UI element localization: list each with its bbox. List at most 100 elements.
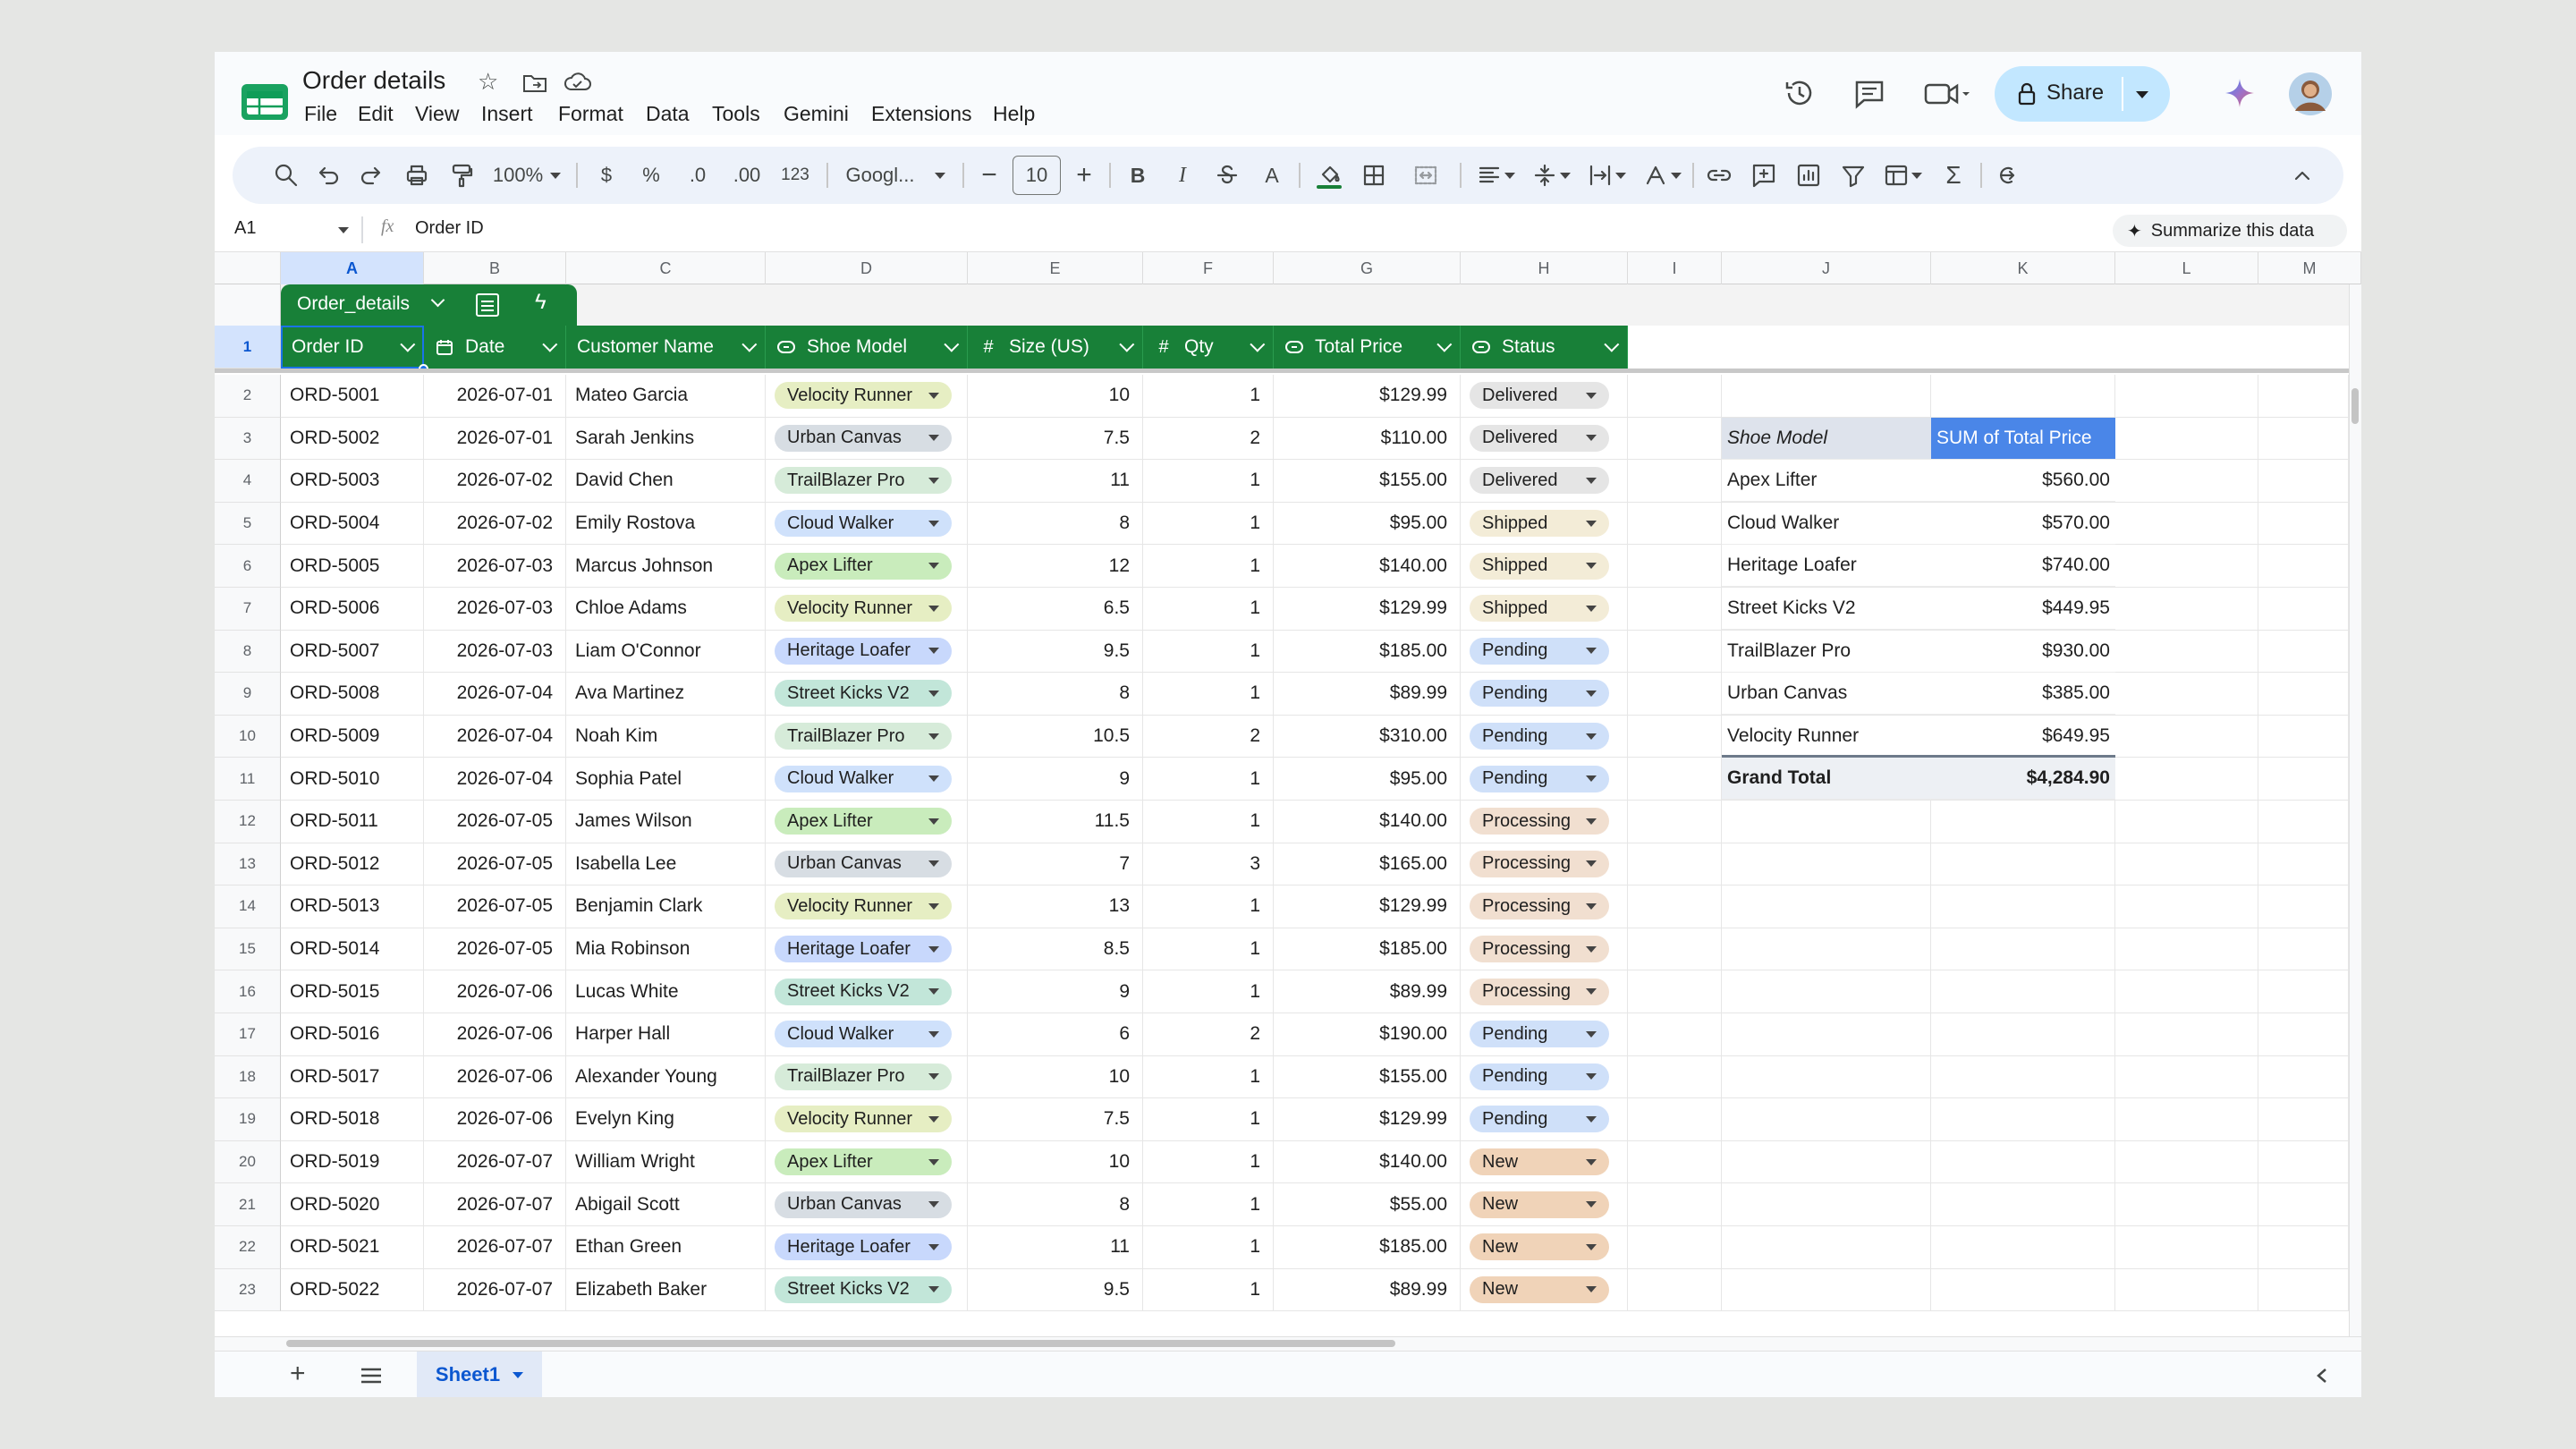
column-header-e[interactable]: E <box>968 252 1143 284</box>
cell-id[interactable]: ORD-5021 <box>281 1226 424 1269</box>
cell-empty[interactable] <box>2115 715 2258 758</box>
column-menu-chevron-icon[interactable] <box>1250 336 1266 352</box>
summarize-data-button[interactable]: ✦ Summarize this data <box>2113 215 2347 247</box>
table-group-icon[interactable] <box>476 293 499 317</box>
cell-name[interactable]: Sarah Jenkins <box>566 417 766 461</box>
cell-empty[interactable] <box>1722 970 1931 1013</box>
cell-model[interactable]: TrailBlazer Pro <box>766 715 968 758</box>
cell-qty[interactable]: 2 <box>1143 715 1274 758</box>
cell-empty[interactable] <box>1722 1055 1931 1099</box>
shoe-model-chip[interactable]: TrailBlazer Pro <box>775 467 952 495</box>
cell-model[interactable]: Street Kicks V2 <box>766 970 968 1013</box>
cell-empty[interactable] <box>1931 801 2115 843</box>
pivot-grand-total-value[interactable]: $4,284.90 <box>1931 758 2115 801</box>
cell-price[interactable]: $165.00 <box>1274 843 1461 886</box>
status-chip[interactable]: Processing <box>1470 808 1609 835</box>
meet-video-icon[interactable] <box>1923 80 1971 107</box>
row-header[interactable]: 8 <box>215 630 281 674</box>
sheet-tab-sheet1[interactable]: Sheet1 <box>417 1352 542 1397</box>
cell-model[interactable]: Cloud Walker <box>766 502 968 546</box>
cell-name[interactable]: David Chen <box>566 460 766 503</box>
cell-price[interactable]: $140.00 <box>1274 801 1461 843</box>
cell-empty[interactable] <box>2258 673 2349 716</box>
shoe-model-chip[interactable]: Street Kicks V2 <box>775 978 952 1005</box>
cell-empty[interactable] <box>1931 1183 2115 1226</box>
cell-qty[interactable]: 1 <box>1143 1098 1274 1141</box>
cell-empty[interactable] <box>2258 1055 2349 1099</box>
cell-empty[interactable] <box>2115 801 2258 843</box>
cell-size[interactable]: 8 <box>968 1183 1143 1226</box>
row-header[interactable]: 20 <box>215 1140 281 1184</box>
cell-name[interactable]: Mia Robinson <box>566 928 766 971</box>
shoe-model-chip[interactable]: Street Kicks V2 <box>775 1275 952 1303</box>
cell-empty[interactable] <box>1722 1183 1931 1226</box>
table-header-shoe-model[interactable]: Shoe Model <box>766 326 968 369</box>
explore-collapse-icon[interactable] <box>2313 1366 2331 1385</box>
text-rotation-icon[interactable] <box>1637 152 1687 199</box>
cell-empty[interactable] <box>2258 843 2349 886</box>
cell-empty[interactable] <box>2115 1183 2258 1226</box>
pivot-row-label[interactable]: TrailBlazer Pro <box>1722 630 1931 673</box>
cell-empty[interactable] <box>1722 1013 1931 1056</box>
cell-empty[interactable] <box>2258 1098 2349 1141</box>
column-header-a[interactable]: A <box>281 252 424 284</box>
pivot-header-model[interactable]: Shoe Model <box>1722 417 1931 460</box>
cell-empty[interactable] <box>1628 970 1722 1013</box>
pivot-row-label[interactable]: Urban Canvas <box>1722 673 1931 716</box>
cell-empty[interactable] <box>1628 588 1722 631</box>
cell-status[interactable]: Processing <box>1461 801 1628 843</box>
cell-id[interactable]: ORD-5012 <box>281 843 424 886</box>
column-menu-chevron-icon[interactable] <box>1119 336 1135 352</box>
column-header-c[interactable]: C <box>566 252 766 284</box>
cell-empty[interactable] <box>1722 375 1931 418</box>
cell-price[interactable]: $140.00 <box>1274 545 1461 588</box>
cell-empty[interactable] <box>2115 843 2258 886</box>
collapse-menus-icon[interactable] <box>2284 152 2320 199</box>
cell-qty[interactable]: 1 <box>1143 673 1274 716</box>
insert-chart-icon[interactable] <box>1791 152 1826 199</box>
vertical-scrollbar[interactable] <box>2349 284 2361 1336</box>
cell-size[interactable]: 11 <box>968 460 1143 503</box>
increase-font-size-icon[interactable]: + <box>1066 152 1102 199</box>
cell-model[interactable]: Apex Lifter <box>766 801 968 843</box>
cell-date[interactable]: 2026-07-03 <box>424 588 566 631</box>
cell-status[interactable]: Pending <box>1461 1055 1628 1099</box>
cell-empty[interactable] <box>1628 886 1722 928</box>
cell-empty[interactable] <box>1931 375 2115 418</box>
cell-date[interactable]: 2026-07-06 <box>424 1013 566 1056</box>
pivot-row-value[interactable]: $649.95 <box>1931 715 2115 758</box>
cell-status[interactable]: Processing <box>1461 928 1628 971</box>
share-dropdown-icon[interactable] <box>2136 91 2148 98</box>
cell-date[interactable]: 2026-07-04 <box>424 758 566 801</box>
cell-empty[interactable] <box>1931 1226 2115 1269</box>
cell-qty[interactable]: 2 <box>1143 1013 1274 1056</box>
cell-empty[interactable] <box>2115 673 2258 716</box>
comments-icon[interactable] <box>1853 79 1885 109</box>
cell-date[interactable]: 2026-07-07 <box>424 1183 566 1226</box>
cell-size[interactable]: 6.5 <box>968 588 1143 631</box>
document-title[interactable]: Order details <box>302 66 445 95</box>
freeze-divider[interactable] <box>215 369 2349 373</box>
cell-size[interactable]: 9 <box>968 758 1143 801</box>
shoe-model-chip[interactable]: Velocity Runner <box>775 382 952 410</box>
menu-file[interactable]: File <box>304 102 337 126</box>
cell-status[interactable]: Processing <box>1461 843 1628 886</box>
menu-gemini[interactable]: Gemini <box>784 102 849 126</box>
cell-empty[interactable] <box>2258 1183 2349 1226</box>
cell-qty[interactable]: 1 <box>1143 886 1274 928</box>
column-menu-chevron-icon[interactable] <box>741 336 758 352</box>
cell-empty[interactable] <box>2115 375 2258 418</box>
cell-date[interactable]: 2026-07-07 <box>424 1226 566 1269</box>
cell-empty[interactable] <box>2258 375 2349 418</box>
cell-empty[interactable] <box>1628 1183 1722 1226</box>
cell-date[interactable]: 2026-07-07 <box>424 1140 566 1184</box>
move-folder-icon[interactable] <box>522 72 547 93</box>
cell-size[interactable]: 13 <box>968 886 1143 928</box>
cell-empty[interactable] <box>2115 886 2258 928</box>
cell-empty[interactable] <box>2115 928 2258 971</box>
cell-id[interactable]: ORD-5001 <box>281 375 424 418</box>
cell-status[interactable]: New <box>1461 1183 1628 1226</box>
cell-id[interactable]: ORD-5004 <box>281 502 424 546</box>
cell-empty[interactable] <box>1931 928 2115 971</box>
pivot-row-value[interactable]: $740.00 <box>1931 545 2115 588</box>
